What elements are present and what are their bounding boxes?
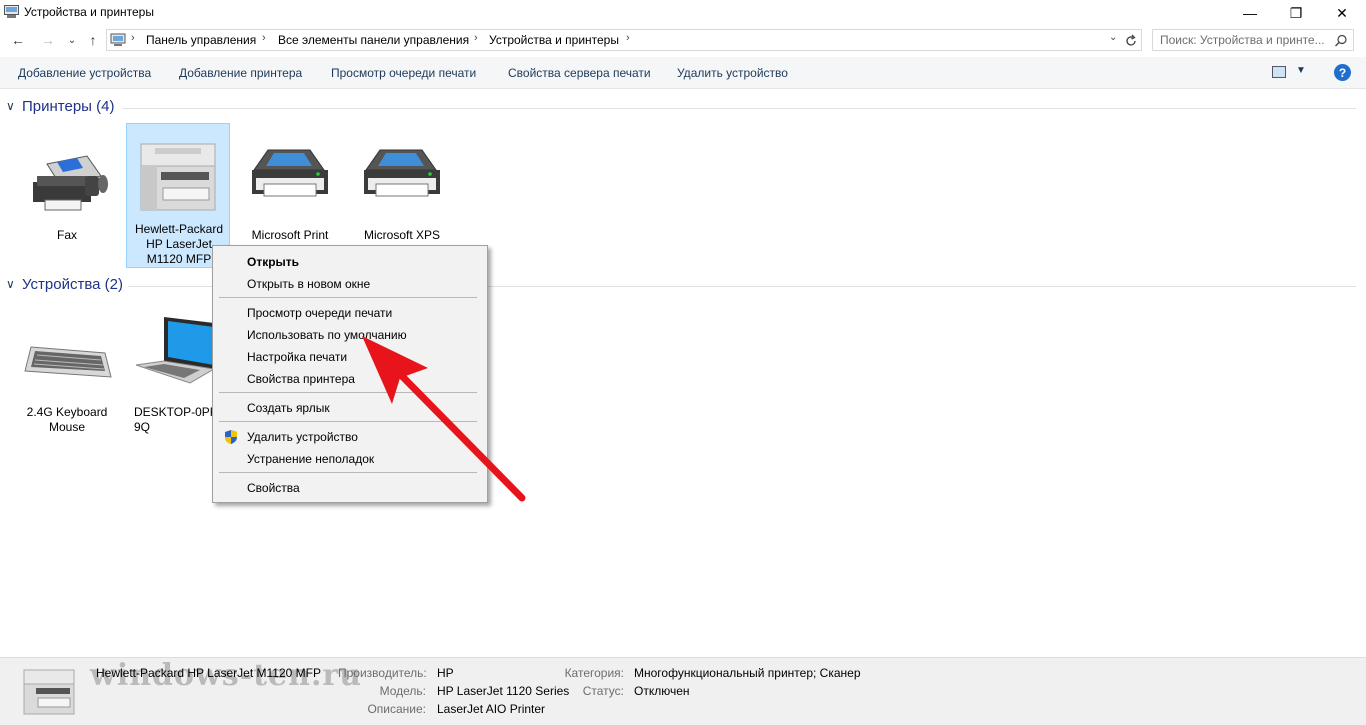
breadcrumb-control-panel[interactable]: Панель управления (146, 33, 256, 47)
printer-item-print-to-pdf[interactable]: Microsoft Print to PDF (238, 130, 342, 257)
multifunction-printer-icon (140, 143, 216, 211)
add-printer-button[interactable]: Добавление принтера (179, 66, 302, 80)
menu-separator (219, 421, 477, 422)
fax-icon (33, 155, 108, 211)
collapse-chevron-icon[interactable]: ∨ (6, 99, 15, 113)
control-panel-icon (110, 33, 126, 46)
devices-group-header[interactable]: ∨ Устройства (2) (0, 276, 1366, 296)
device-item-keyboard[interactable]: 2.4G Keyboard Mouse (15, 307, 119, 434)
category-label: Категория: (564, 666, 624, 680)
view-options-chevron-icon[interactable]: ▼ (1296, 65, 1306, 76)
change-view-icon[interactable] (1272, 66, 1286, 78)
printer-icon (252, 149, 328, 197)
printers-group-header[interactable]: ∨ Принтеры (4) (0, 98, 1366, 118)
breadcrumb-devices-printers[interactable]: Устройства и принтеры (489, 33, 619, 47)
details-pane: windows-ten.ru Hewlett-Packard HP LaserJ… (0, 657, 1366, 725)
menu-item-open-new-window[interactable]: Открыть в новом окне (247, 277, 370, 291)
category-value: Многофункциональный принтер; Сканер (634, 666, 861, 680)
print-queue-button[interactable]: Просмотр очереди печати (331, 66, 476, 80)
group-divider (122, 108, 1356, 109)
search-input[interactable] (1160, 32, 1330, 48)
command-bar: Добавление устройства Добавление принтер… (0, 57, 1366, 89)
laptop-icon (135, 317, 214, 384)
breadcrumb-separator[interactable]: › (474, 32, 478, 44)
refresh-icon[interactable] (1125, 34, 1137, 48)
printers-group-title: Принтеры (4) (22, 98, 115, 115)
manufacturer-label: Производитель: (338, 666, 427, 680)
menu-separator (219, 472, 477, 473)
print-server-properties-button[interactable]: Свойства сервера печати (508, 66, 651, 80)
devices-group-title: Устройства (2) (22, 276, 123, 293)
description-value: LaserJet AIO Printer (437, 702, 546, 716)
details-device-name: Hewlett-Packard HP LaserJet M1120 MFP (96, 666, 321, 680)
menu-item-view-print-queue[interactable]: Просмотр очереди печати (247, 306, 392, 320)
add-device-button[interactable]: Добавление устройства (18, 66, 151, 80)
keyboard-icon (24, 346, 112, 378)
breadcrumb-all-items[interactable]: Все элементы панели управления (278, 33, 469, 47)
menu-item-remove-device[interactable]: Удалить устройство (247, 430, 358, 444)
printer-icon (364, 149, 440, 197)
printer-item-xps-writer[interactable]: Microsoft XPS Document Writer (350, 130, 454, 257)
close-button[interactable]: ✕ (1319, 0, 1365, 26)
device-label: 2.4G Keyboard Mouse (26, 405, 108, 434)
recent-locations-chevron-icon[interactable]: ⌄ (62, 30, 82, 50)
menu-separator (219, 297, 477, 298)
breadcrumb-separator[interactable]: › (626, 32, 630, 44)
address-dropdown-icon[interactable]: ⌄ (1109, 32, 1117, 43)
navigation-bar: ← → ⌄ ↑ › Панель управления › Все элемен… (0, 26, 1366, 56)
search-box[interactable] (1152, 29, 1354, 51)
model-label: Модель: (379, 684, 426, 698)
maximize-button[interactable]: ❐ (1273, 0, 1319, 26)
menu-separator (219, 392, 477, 393)
devices-printers-app-icon (4, 5, 19, 18)
collapse-chevron-icon[interactable]: ∨ (6, 277, 15, 291)
minimize-button[interactable]: — (1227, 0, 1273, 26)
search-icon[interactable] (1333, 33, 1349, 49)
description-label: Описание: (367, 702, 426, 716)
menu-item-properties[interactable]: Свойства (247, 481, 300, 495)
manufacturer-value: HP (437, 666, 454, 680)
address-bar[interactable]: › Панель управления › Все элементы панел… (106, 29, 1142, 51)
menu-item-printer-properties[interactable]: Свойства принтера (247, 372, 355, 386)
title-bar: Устройства и принтеры — ❐ ✕ (0, 0, 1366, 26)
status-value: Отключен (634, 684, 690, 698)
menu-item-print-settings[interactable]: Настройка печати (247, 350, 347, 364)
menu-item-create-shortcut[interactable]: Создать ярлык (247, 401, 330, 415)
printer-label: Fax (56, 228, 77, 242)
status-label: Статус: (582, 684, 624, 698)
menu-item-set-as-default[interactable]: Использовать по умолчанию (247, 328, 407, 342)
forward-arrow-icon[interactable]: → (38, 30, 58, 50)
context-menu: Открыть Открыть в новом окне Просмотр оч… (212, 245, 488, 503)
back-arrow-icon[interactable]: ← (8, 30, 28, 50)
breadcrumb-separator[interactable]: › (131, 32, 135, 44)
devices-and-printers-window: Устройства и принтеры — ❐ ✕ ← → ⌄ ↑ › Па… (0, 0, 1366, 725)
menu-item-open[interactable]: Открыть (247, 255, 299, 269)
printer-item-fax[interactable]: Fax (15, 130, 119, 250)
up-arrow-icon[interactable]: ↑ (83, 30, 103, 50)
help-icon[interactable]: ? (1334, 64, 1351, 81)
uac-shield-icon (225, 430, 237, 444)
selected-printer-thumbnail-icon (23, 669, 75, 715)
remove-device-button[interactable]: Удалить устройство (677, 66, 788, 80)
window-title: Устройства и принтеры (24, 5, 154, 19)
menu-item-troubleshoot[interactable]: Устранение неполадок (247, 452, 374, 466)
breadcrumb-separator[interactable]: › (262, 32, 266, 44)
